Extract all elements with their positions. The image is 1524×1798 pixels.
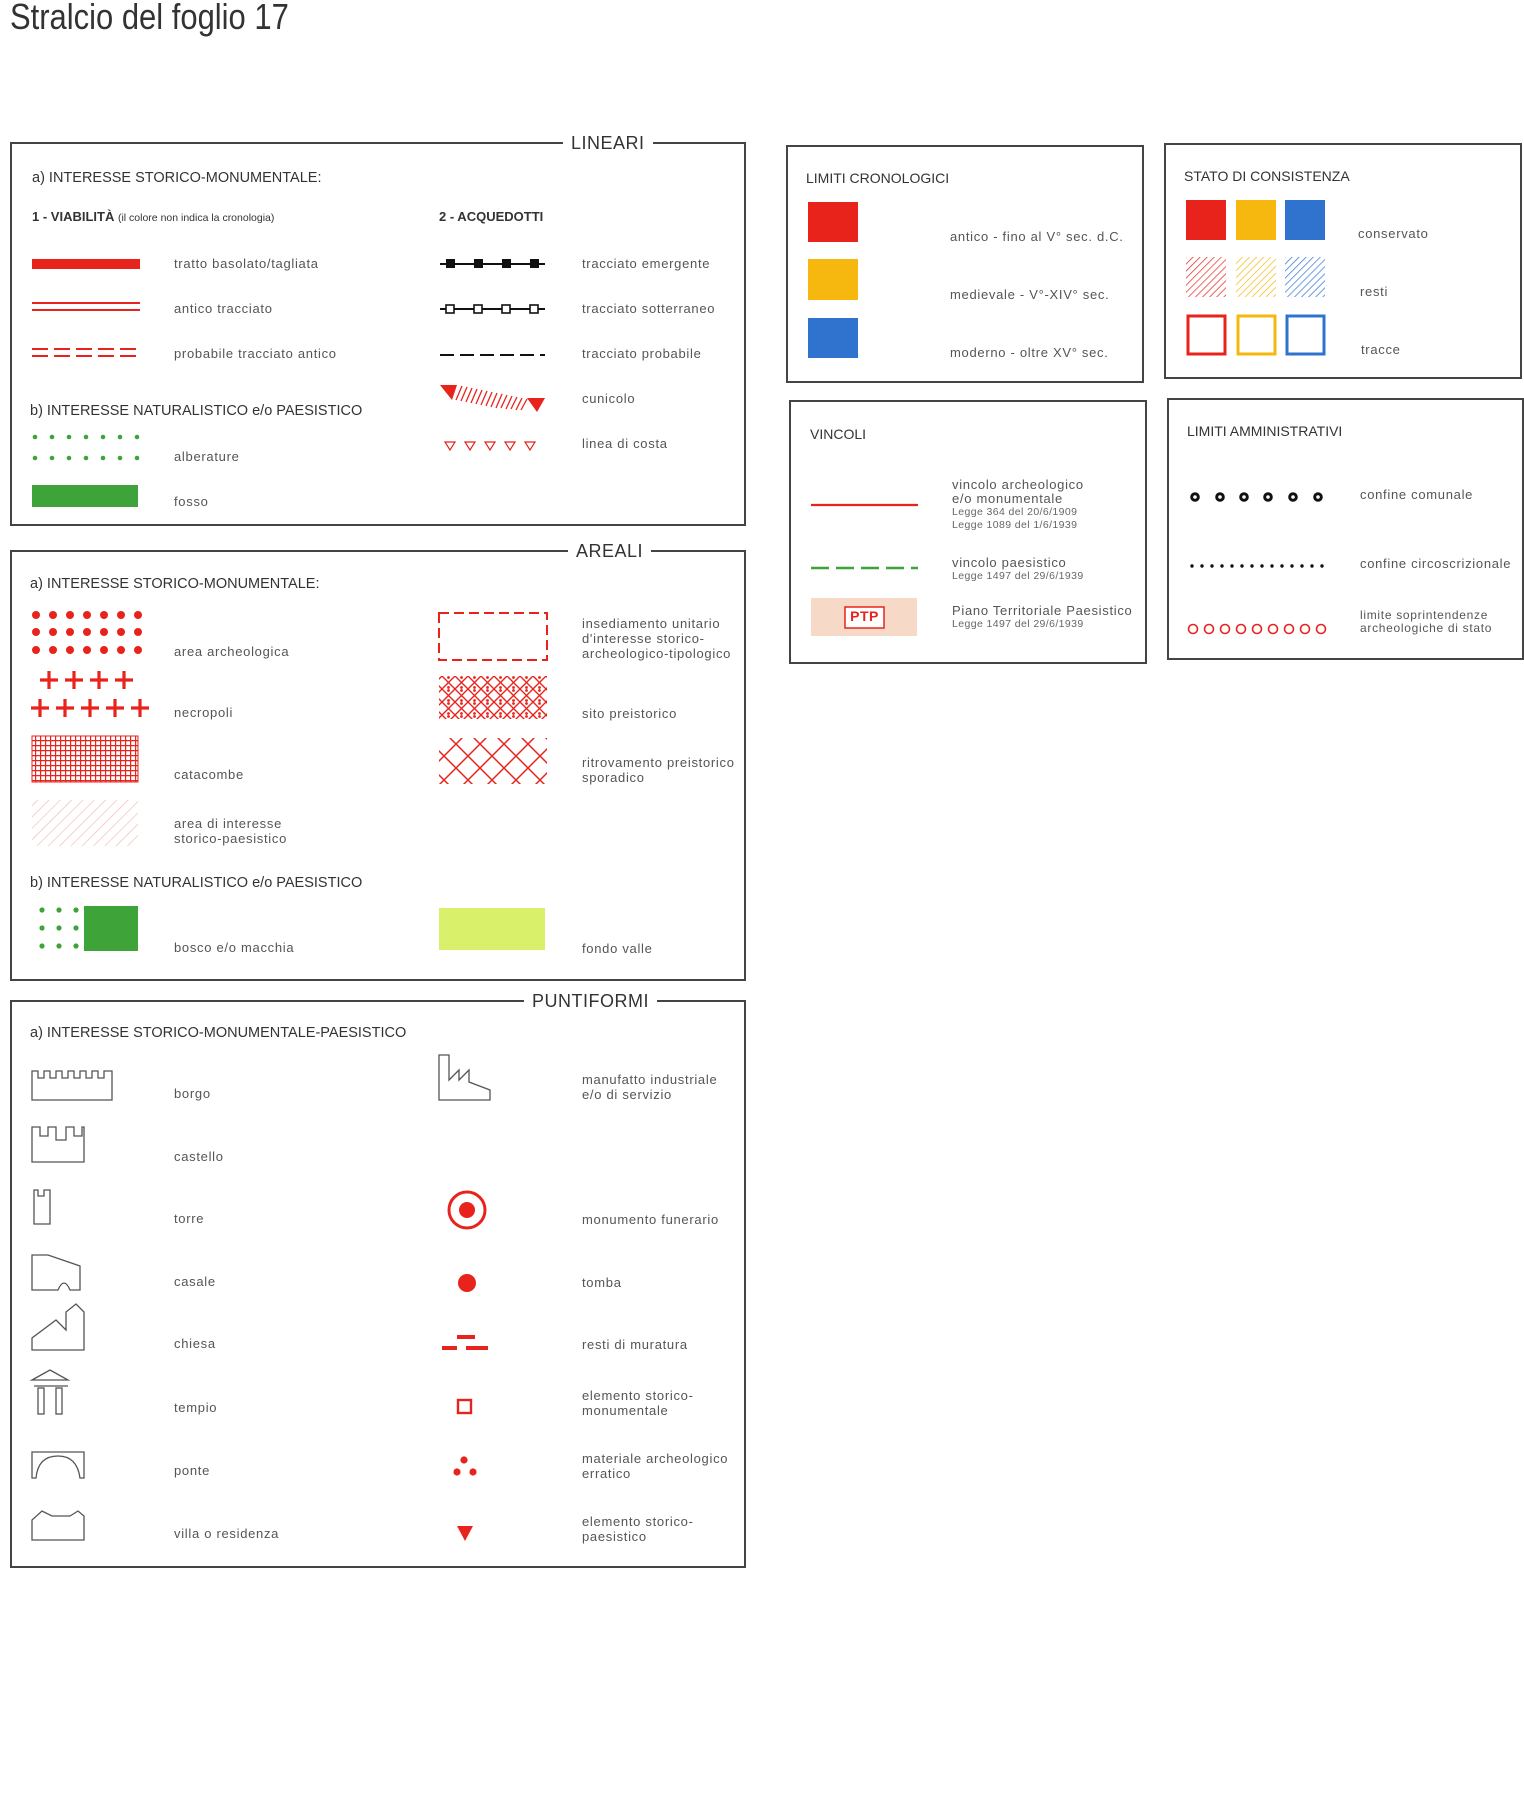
label-cunicolo: cunicolo bbox=[582, 391, 636, 406]
label-borgo: borgo bbox=[174, 1086, 211, 1101]
label-confine-circoscrizionale: confine circoscrizionale bbox=[1360, 556, 1512, 571]
areali-section-a: a) INTERESSE STORICO-MONUMENTALE: bbox=[30, 576, 320, 592]
label-elemento-storico-paesistico: elemento storico- paesistico bbox=[582, 1514, 694, 1544]
lineari-section-a: a) INTERESSE STORICO-MONUMENTALE: bbox=[32, 170, 322, 186]
ptp-badge: PTP bbox=[850, 608, 879, 624]
page-title: Stralcio del foglio 17 bbox=[10, 0, 289, 37]
label-linea-costa: linea di costa bbox=[582, 436, 668, 451]
label-conservato: conservato bbox=[1358, 226, 1429, 241]
puntiformi-title: PUNTIFORMI bbox=[524, 991, 657, 1012]
label-villa: villa o residenza bbox=[174, 1526, 280, 1541]
label-antico-tracciato: antico tracciato bbox=[174, 301, 273, 316]
label-casale: casale bbox=[174, 1274, 216, 1289]
limiti-amministrativi-title: LIMITI AMMINISTRATIVI bbox=[1187, 423, 1343, 439]
label-ponte: ponte bbox=[174, 1463, 211, 1478]
label-confine-comunale: confine comunale bbox=[1360, 487, 1474, 502]
label-insediamento-unitario: insediamento unitario d'interesse storic… bbox=[582, 616, 732, 661]
label-fondo-valle: fondo valle bbox=[582, 941, 653, 956]
label-tratto-basolato: tratto basolato/tagliata bbox=[174, 256, 319, 271]
label-tracciato-probabile: tracciato probabile bbox=[582, 346, 702, 361]
label-elemento-storico-monumentale: elemento storico- monumentale bbox=[582, 1388, 694, 1418]
label-necropoli: necropoli bbox=[174, 705, 234, 720]
label-vincolo-archeologico: vincolo archeologico e/o monumentale Leg… bbox=[952, 477, 1084, 532]
label-medievale: medievale - V°-XIV° sec. bbox=[950, 287, 1110, 302]
label-tracce: tracce bbox=[1361, 342, 1401, 357]
acquedotti-heading: 2 - ACQUEDOTTI bbox=[439, 209, 544, 224]
label-tempio: tempio bbox=[174, 1400, 218, 1415]
label-resti-muratura: resti di muratura bbox=[582, 1337, 688, 1352]
label-ritrovamento: ritrovamento preistorico sporadico bbox=[582, 755, 735, 785]
label-tomba: tomba bbox=[582, 1275, 622, 1290]
puntiformi-section-a: a) INTERESSE STORICO-MONUMENTALE-PAESIST… bbox=[30, 1025, 407, 1041]
label-manufatto-industriale: manufatto industriale e/o di servizio bbox=[582, 1072, 718, 1102]
label-materiale-archeologico: materiale archeologico erratico bbox=[582, 1451, 729, 1481]
lineari-panel bbox=[10, 142, 746, 526]
label-tracciato-emergente: tracciato emergente bbox=[582, 256, 711, 271]
label-monumento-funerario: monumento funerario bbox=[582, 1212, 719, 1227]
label-fosso: fosso bbox=[174, 494, 209, 509]
vincoli-title: VINCOLI bbox=[810, 426, 867, 442]
areali-section-b: b) INTERESSE NATURALISTICO e/o PAESISTIC… bbox=[30, 875, 363, 891]
label-vincolo-paesistico: vincolo paesistico Legge 1497 del 29/6/1… bbox=[952, 555, 1084, 583]
label-area-interesse: area di interesse storico-paesistico bbox=[174, 816, 288, 846]
lineari-title: LINEARI bbox=[563, 133, 653, 154]
limiti-cronologici-title: LIMITI CRONOLOGICI bbox=[806, 170, 950, 186]
label-sito-preistorico: sito preistorico bbox=[582, 706, 678, 721]
areali-title: AREALI bbox=[568, 541, 652, 562]
label-catacombe: catacombe bbox=[174, 767, 244, 782]
viabilita-heading: 1 - VIABILITÀ (il colore non indica la c… bbox=[32, 209, 275, 224]
label-castello: castello bbox=[174, 1149, 224, 1164]
lineari-section-b: b) INTERESSE NATURALISTICO e/o PAESISTIC… bbox=[30, 403, 363, 419]
label-bosco-macchia: bosco e/o macchia bbox=[174, 940, 295, 955]
label-antico: antico - fino al V° sec. d.C. bbox=[950, 229, 1124, 244]
label-tracciato-sotterraneo: tracciato sotterraneo bbox=[582, 301, 716, 316]
label-limite-soprintendenze: limite soprintendenze archeologiche di s… bbox=[1360, 608, 1493, 635]
label-ptp: Piano Territoriale Paesistico Legge 1497… bbox=[952, 603, 1133, 631]
label-resti: resti bbox=[1360, 284, 1389, 299]
label-alberature: alberature bbox=[174, 449, 240, 464]
label-chiesa: chiesa bbox=[174, 1336, 216, 1351]
label-area-archeologica: area archeologica bbox=[174, 644, 290, 659]
label-moderno: moderno - oltre XV° sec. bbox=[950, 345, 1109, 360]
label-probabile-tracciato: probabile tracciato antico bbox=[174, 346, 337, 361]
label-torre: torre bbox=[174, 1211, 205, 1226]
stato-consistenza-title: STATO DI CONSISTENZA bbox=[1184, 168, 1350, 184]
